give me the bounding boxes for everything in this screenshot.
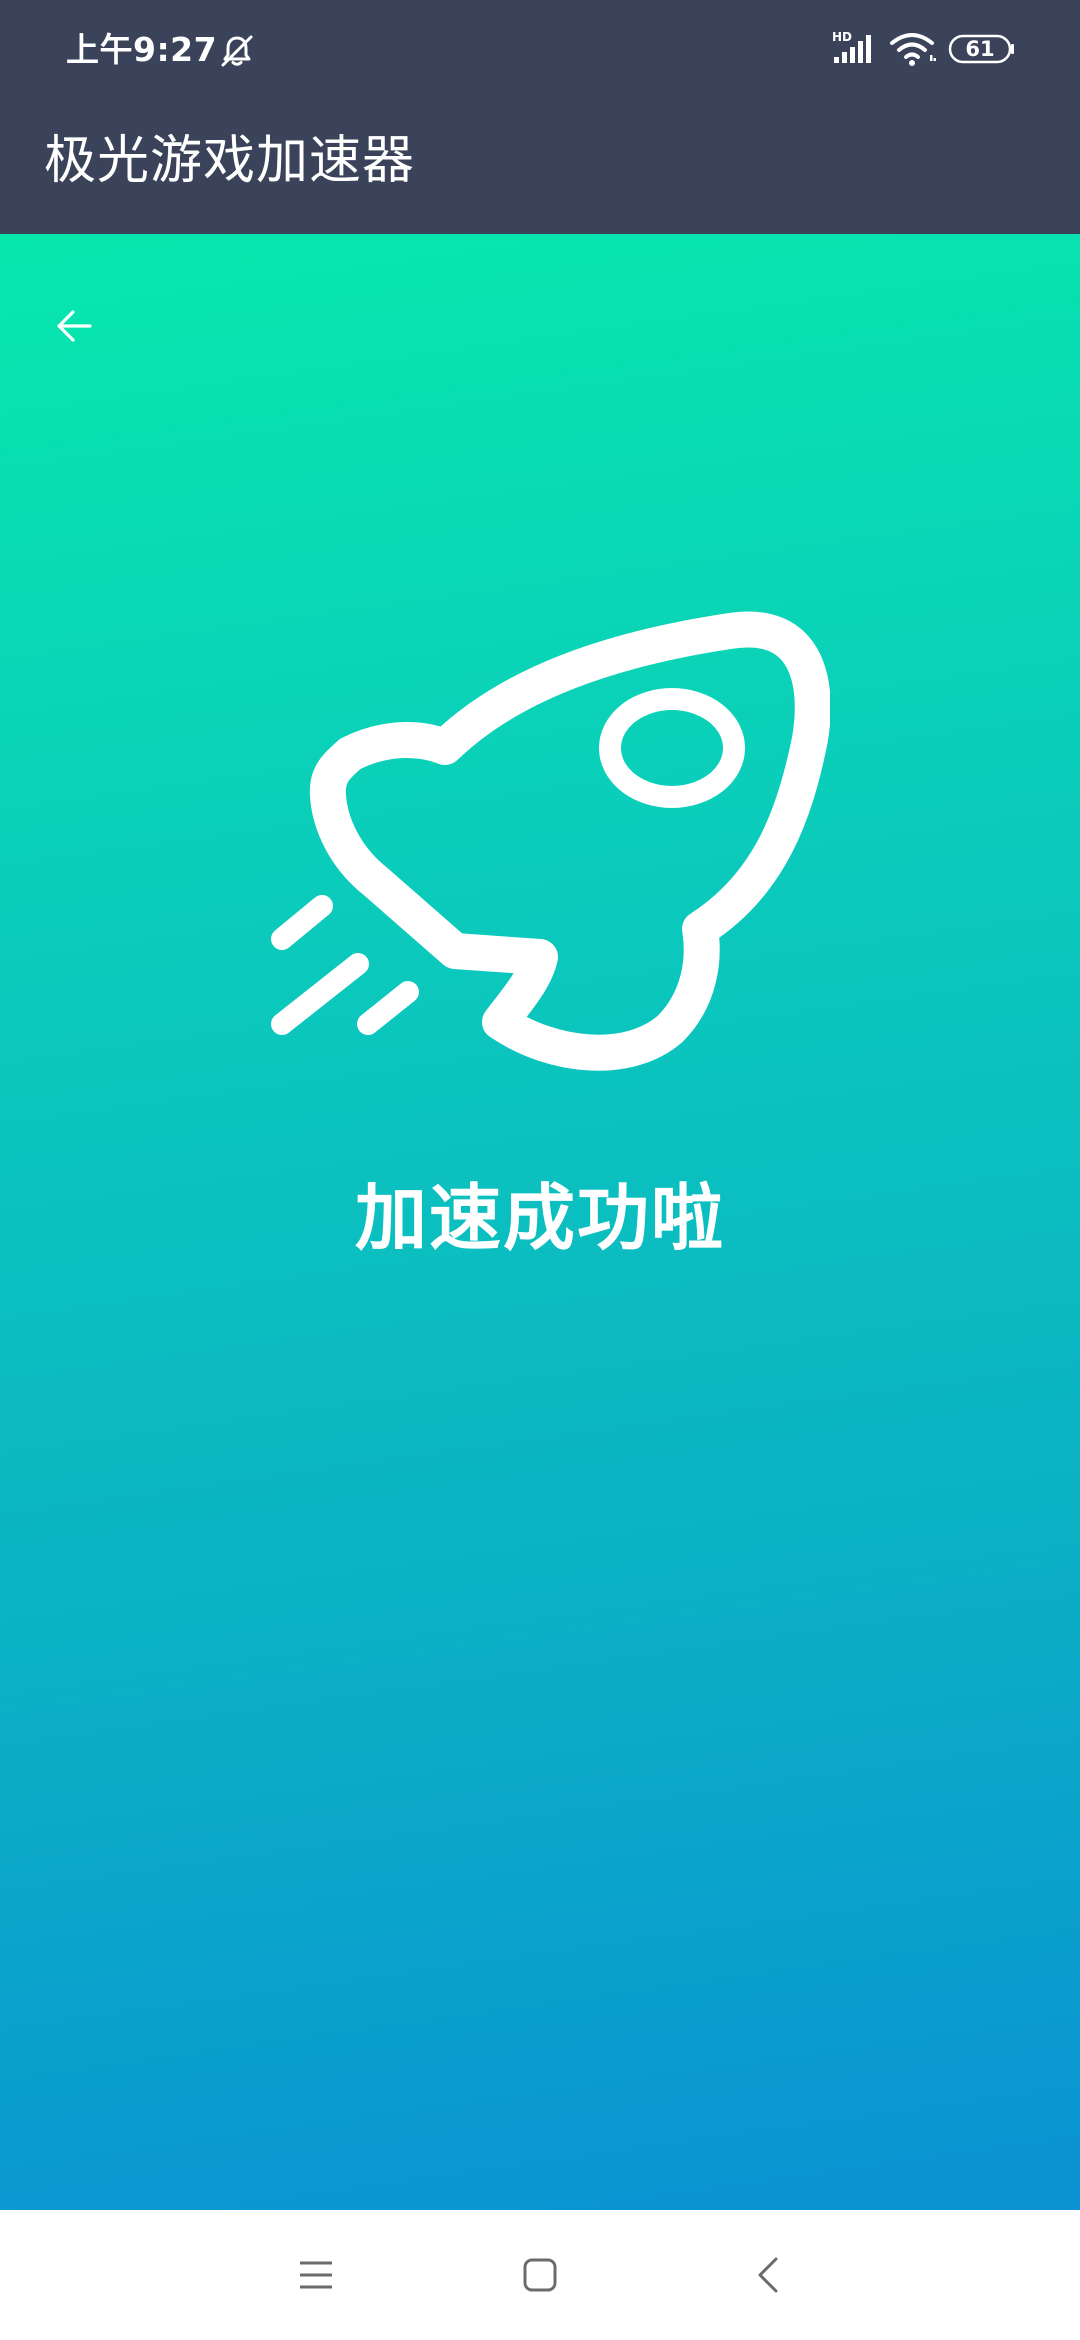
main-content: 加速成功啦: [0, 234, 1080, 2210]
success-message: 加速成功啦: [354, 1176, 725, 1260]
rocket-icon: [271, 611, 830, 1071]
arrow-left-icon: [57, 310, 92, 342]
wifi-icon: [890, 33, 936, 66]
recent-apps-button[interactable]: [266, 2225, 366, 2325]
battery-level: 61: [965, 37, 995, 61]
home-button[interactable]: [490, 2225, 590, 2325]
menu-icon: [300, 2261, 332, 2289]
home-square-icon: [523, 2258, 557, 2292]
top-header: 上午9:27 HD 61 极光游戏加速器: [0, 0, 1080, 234]
network-badge: HD: [832, 30, 852, 44]
back-button[interactable]: [32, 284, 116, 368]
status-time: 上午9:27: [66, 30, 218, 69]
system-back-button[interactable]: [718, 2225, 818, 2325]
status-bar: 上午9:27 HD 61: [0, 0, 1080, 100]
battery-indicator: 61: [948, 34, 1016, 64]
system-nav-bar: [0, 2210, 1080, 2340]
back-chevron-icon: [758, 2257, 778, 2293]
app-title: 极光游戏加速器: [44, 131, 416, 191]
bell-off-icon: [221, 35, 253, 67]
signal-icon: HD: [832, 30, 871, 63]
